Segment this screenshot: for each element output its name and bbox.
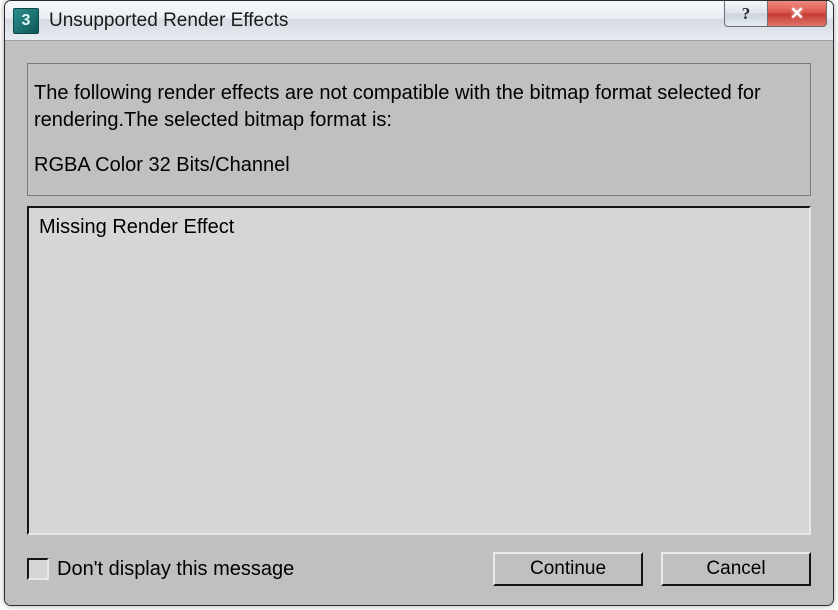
help-button[interactable]: ?: [724, 1, 768, 27]
continue-button[interactable]: Continue: [493, 552, 643, 586]
dialog-window: 3 Unsupported Render Effects ? ✕ The fol…: [4, 0, 834, 606]
checkbox-label: Don't display this message: [57, 558, 294, 581]
dialog-body: The following render effects are not com…: [5, 41, 833, 605]
window-title: Unsupported Render Effects: [49, 10, 288, 32]
continue-button-label: Continue: [530, 558, 606, 580]
bitmap-format: RGBA Color 32 Bits/Channel: [34, 152, 804, 179]
effects-list[interactable]: Missing Render Effect: [27, 206, 811, 535]
help-icon: ?: [742, 4, 751, 24]
titlebar[interactable]: 3 Unsupported Render Effects ? ✕: [5, 1, 833, 41]
close-icon: ✕: [790, 4, 804, 24]
dialog-footer: Don't display this message Continue Canc…: [27, 549, 811, 589]
dont-show-checkbox[interactable]: Don't display this message: [27, 558, 294, 581]
checkbox-box-icon[interactable]: [27, 558, 49, 580]
app-icon: 3: [13, 8, 39, 34]
app-icon-glyph: 3: [22, 12, 31, 30]
list-item[interactable]: Missing Render Effect: [39, 216, 799, 239]
cancel-button[interactable]: Cancel: [661, 552, 811, 586]
message-box: The following render effects are not com…: [27, 63, 811, 196]
close-button[interactable]: ✕: [767, 1, 827, 27]
message-text: The following render effects are not com…: [34, 80, 804, 134]
window-controls: ? ✕: [724, 1, 833, 40]
cancel-button-label: Cancel: [706, 558, 765, 580]
